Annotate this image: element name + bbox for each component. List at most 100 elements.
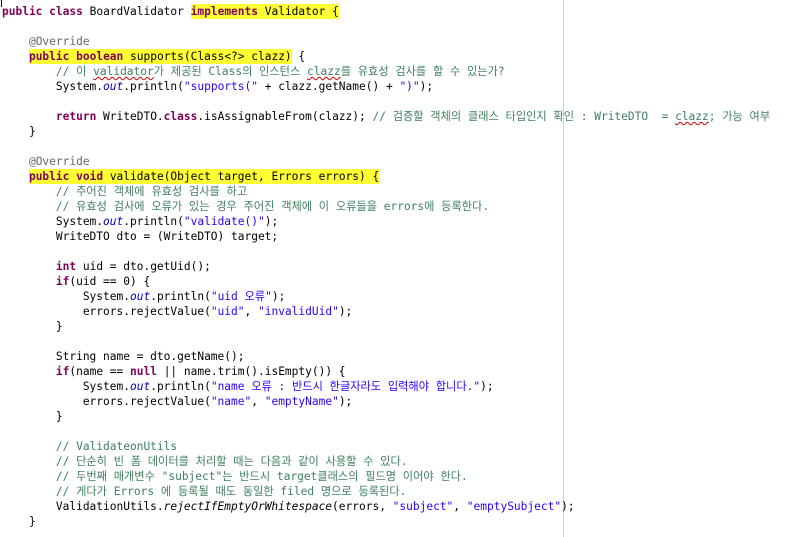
code-token: ")" bbox=[399, 80, 420, 93]
code-token: || name.trim().isEmpty()) { bbox=[156, 365, 346, 378]
code-line: // ValidateonUtils bbox=[2, 439, 177, 454]
code-token: ; 가능 여부 bbox=[708, 110, 771, 123]
code-token: out bbox=[103, 215, 124, 228]
code-token: System. bbox=[2, 215, 104, 228]
code-token: supports(Class<?> clazz) bbox=[123, 49, 292, 64]
code-token: public bbox=[2, 5, 43, 18]
code-line: errors.rejectValue("name", "emptyName"); bbox=[2, 394, 352, 409]
code-token: WriteDTO. bbox=[96, 110, 164, 123]
code-line: // 단순히 빈 폼 데이터를 처리할 때는 다음과 같이 사용할 수 있다. bbox=[2, 454, 408, 469]
code-token: int bbox=[55, 260, 77, 273]
code-line: } bbox=[2, 319, 63, 334]
code-token: { bbox=[291, 50, 306, 63]
code-token: } bbox=[2, 125, 36, 138]
code-line: // 게다가 Errors 에 등록될 때도 동일한 filed 명으로 등록된… bbox=[2, 484, 406, 499]
code-token: } bbox=[2, 320, 63, 333]
code-token: @Override bbox=[28, 35, 90, 48]
code-line: // 이 validator 가 제공된 Class의 인스턴스 clazz 를 유… bbox=[2, 64, 505, 79]
code-token: boolean bbox=[76, 49, 124, 64]
code-token: "uid" bbox=[210, 305, 245, 318]
code-token: "name 오류 : 반드시 한글자라도 입력해야 합니다." bbox=[210, 380, 481, 393]
code-token: .println( bbox=[123, 215, 184, 228]
code-token: // 유효성 검사에 오류가 있는 경우 주어진 객체에 이 오류들을 erro… bbox=[55, 200, 490, 213]
code-token: ); bbox=[480, 380, 494, 393]
code-line: errors.rejectValue("uid", "invalidUid"); bbox=[2, 304, 352, 319]
code-token: class bbox=[49, 5, 83, 18]
code-token: Validator { bbox=[258, 4, 339, 19]
code-line: } bbox=[2, 124, 36, 139]
code-line: if (uid == 0) { bbox=[2, 274, 150, 289]
code-token: ); bbox=[419, 80, 434, 93]
code-line: } bbox=[2, 409, 63, 424]
code-token: .println( bbox=[123, 80, 184, 93]
code-token: String name = dto.getName(); bbox=[2, 350, 245, 363]
code-token: (errors, bbox=[332, 500, 393, 513]
code-token: + clazz.getName() + bbox=[257, 80, 400, 93]
code-line: String name = dto.getName(); bbox=[2, 349, 245, 364]
code-line: System. out .println("name 오류 : 반드시 한글자라도 … bbox=[2, 379, 494, 394]
code-token: } bbox=[2, 515, 36, 528]
code-token: "subject" bbox=[392, 500, 454, 513]
code-token: // 단순히 빈 폼 데이터를 처리할 때는 다음과 같이 사용할 수 있다. bbox=[55, 455, 408, 468]
code-token: if bbox=[55, 365, 70, 378]
code-token bbox=[69, 169, 77, 184]
code-token: System. bbox=[2, 80, 104, 93]
code-token: ); bbox=[271, 290, 286, 303]
code-token: "emptySubject" bbox=[466, 500, 562, 513]
code-line: public boolean supports(Class<?> clazz) … bbox=[2, 49, 305, 64]
code-line: int uid = dto.getUid(); bbox=[2, 259, 211, 274]
code-token: .isAssignableFrom(clazz); bbox=[197, 110, 373, 123]
code-token: "name" bbox=[210, 395, 252, 408]
code-line: if (name == null || name.trim().isEmpty()… bbox=[2, 364, 346, 379]
code-token: 가 제공된 Class의 인스턴스 bbox=[153, 65, 308, 78]
code-token: rejectIfEmptyOrWhitespace bbox=[163, 500, 333, 513]
code-token: public bbox=[28, 49, 70, 64]
code-line: return WriteDTO. class .isAssignableFrom(c… bbox=[2, 109, 770, 124]
code-token: .println( bbox=[150, 380, 211, 393]
code-token: "invalidUid" bbox=[257, 305, 339, 318]
code-line: // 유효성 검사에 오류가 있는 경우 주어진 객체에 이 오류들을 erro… bbox=[2, 199, 489, 214]
code-token: return bbox=[55, 110, 97, 123]
code-token: // ValidateonUtils bbox=[55, 440, 178, 453]
code-editor[interactable]: public class BoardValidator implements V… bbox=[0, 0, 808, 537]
code-line: } bbox=[2, 514, 36, 529]
code-token: , bbox=[244, 305, 258, 318]
code-token: implements bbox=[190, 4, 258, 19]
code-token: System. bbox=[2, 290, 130, 303]
code-token: errors.rejectValue( bbox=[2, 395, 211, 408]
code-token: uid = dto.getUid(); bbox=[76, 260, 211, 273]
code-line: // 주어진 객체에 유효성 검사를 하고 bbox=[2, 184, 247, 199]
code-token: (name == bbox=[69, 365, 130, 378]
code-token: validator bbox=[93, 65, 154, 78]
code-token bbox=[69, 49, 77, 64]
code-token: WriteDTO dto = (WriteDTO) target; bbox=[2, 230, 279, 243]
code-token: ); bbox=[338, 305, 353, 318]
code-token: validate(Object target, Errors errors) { bbox=[103, 169, 380, 184]
code-line: System. out .println("uid 오류"); bbox=[2, 289, 286, 304]
code-token: "supports(" bbox=[183, 80, 258, 93]
code-line: System. out .println("supports(" + clazz.g… bbox=[2, 79, 433, 94]
code-token: class bbox=[163, 110, 198, 123]
code-token: System. bbox=[2, 380, 130, 393]
code-token: out bbox=[129, 380, 151, 393]
code-line: ValidationUtils. rejectIfEmptyOrWhitespac… bbox=[2, 499, 575, 514]
code-token: .println( bbox=[150, 290, 211, 303]
code-token: BoardValidator bbox=[82, 5, 191, 18]
code-token: ValidationUtils. bbox=[2, 500, 164, 513]
code-token: errors.rejectValue( bbox=[2, 305, 211, 318]
code-line: // 두번째 매개변수 "subject"는 반드시 target클래스의 필드… bbox=[2, 469, 468, 484]
code-token: ); bbox=[264, 215, 279, 228]
code-line: System. out .println("validate()"); bbox=[2, 214, 278, 229]
